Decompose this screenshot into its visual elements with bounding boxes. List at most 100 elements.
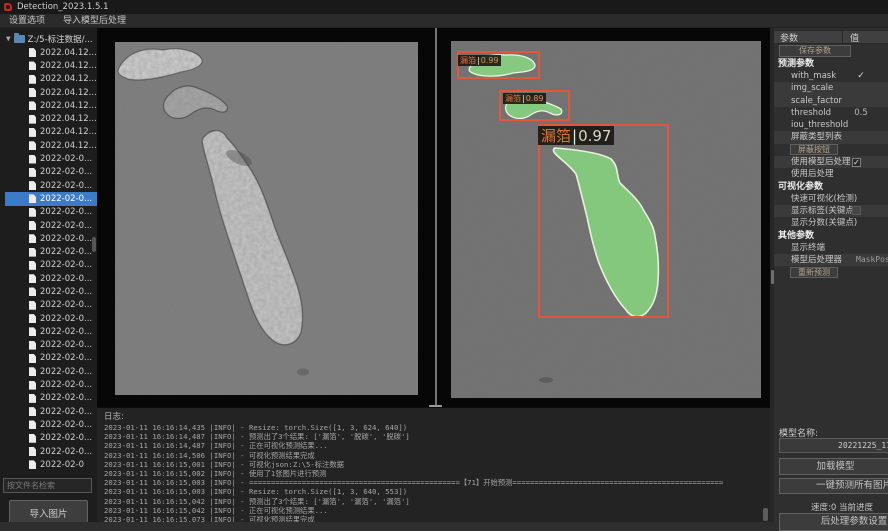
tree-item-label: 2022-02-0... [40,194,92,204]
file-tree: ▼ Z:/5-标注数据/... 2022.04.12...2022.04.12.… [0,32,97,472]
tree-item[interactable]: 2022.04.12... [5,126,97,139]
menubar: 设置选项导入模型后处理 [0,14,888,28]
param-value[interactable]: MaskPostPro [856,254,888,266]
expand-arrow-icon[interactable]: ▼ [6,35,11,42]
tree-item[interactable]: 2022-02-0... [5,299,97,312]
save-params-button[interactable]: 保存参数 [779,45,851,57]
tree-item[interactable]: 2022-02-0... [5,272,97,285]
param-row: 重新预测 [774,266,888,278]
tree-item[interactable]: 2022.04.12... [5,73,97,86]
load-model-button[interactable]: 加载模型 [779,458,888,475]
detection-label: 漏箔|0.99 [458,55,501,66]
tree-item[interactable]: 2022-02-0... [5,232,97,245]
tree-item[interactable]: 2022-02-0... [5,166,97,179]
tree-item-label: 2022.04.12... [40,114,97,124]
sidebar: ▼ Z:/5-标注数据/... 2022.04.12...2022.04.12.… [0,28,97,522]
param-name: 屏蔽类型列表 [791,132,842,142]
tree-item[interactable]: 2022-02-0... [5,418,97,431]
log-lines[interactable]: 2023-01-11 16:16:14,435 |INFO| - Resize:… [104,423,760,522]
prediction-image-viewer[interactable]: 漏箔|0.99 漏箔|0.89 漏箔|0.97 [451,41,761,398]
tree-item[interactable]: 2022-02-0... [5,432,97,445]
predict-all-button[interactable]: 一键预测所有图片 [779,478,888,494]
file-icon [29,155,36,164]
tree-item[interactable]: 2022-02-0... [5,365,97,378]
detection-score: 0.99 [481,56,499,65]
file-icon [29,287,36,296]
menu-item-1[interactable]: 导入模型后处理 [54,14,135,27]
search-input[interactable] [3,478,92,493]
file-icon [29,394,36,403]
param-row: 使用后处理 [774,168,888,180]
tree-item-label: 2022-02-0... [40,167,92,177]
folder-icon [14,35,25,43]
tree-item[interactable]: 2022.04.12... [5,139,97,152]
tree-item[interactable]: 2022-02-0... [5,179,97,192]
file-icon [29,274,36,283]
param-checkbox[interactable]: ✓ [852,158,861,167]
tree-item[interactable]: 2022.04.12... [5,59,97,72]
tree-item[interactable]: 2022-02-0 [5,458,97,471]
progress-text: 速度:0 当前进度 [811,501,873,513]
tree-item[interactable]: 2022.04.12... [5,46,97,59]
log-line: 2023-01-11 16:16:15,003 |INFO| - =======… [104,478,760,487]
tree-item[interactable]: 2022-02-0... [5,192,97,205]
menu-item-0[interactable]: 设置选项 [0,14,54,27]
tree-item[interactable]: 2022.04.12... [5,99,97,112]
detection-score: 0.89 [526,94,544,103]
log-line: 2023-01-11 16:16:15,003 |INFO| - Resize:… [104,487,760,496]
file-icon [29,141,36,150]
original-image [115,42,418,395]
import-images-button[interactable]: 导入图片 [9,500,88,522]
tree-item[interactable]: 2022-02-0... [5,206,97,219]
file-icon [29,234,36,243]
tree-item[interactable]: 2022.04.12... [5,112,97,125]
tree-item-label: 2022.04.12... [40,48,97,58]
tree-item[interactable]: 2022-02-0... [5,152,97,165]
tree-item[interactable]: 2022-02-0... [5,445,97,458]
detection-class: 漏箔 [505,93,521,104]
log-line: 2023-01-11 16:16:14,487 |INFO| - 正在可视化预测… [104,441,760,450]
tree-item-label: 2022-02-0... [40,447,92,457]
tree-item-label: 2022-02-0... [40,420,92,430]
tree-root-label: Z:/5-标注数据/... [28,33,93,45]
tree-item[interactable]: 2022-02-0... [5,378,97,391]
tree-item[interactable]: 2022-02-0... [5,325,97,338]
tree-item[interactable]: 2022.04.12... [5,86,97,99]
param-name: 显示终端 [791,243,825,253]
param-value[interactable]: 0.5 [848,107,874,119]
param-name: threshold [791,108,831,118]
detection-class: 漏箔 [460,55,476,66]
tree-item[interactable]: 2022-02-0... [5,352,97,365]
param-checkmark: ✓ [848,70,874,82]
param-action-button[interactable]: 屏蔽按钮 [790,144,838,155]
postprocess-settings-button[interactable]: 后处理参数设置 [779,513,888,531]
log-title: 日志: [104,410,124,422]
log-scrollbar-thumb[interactable] [763,508,768,521]
label-separator: | [522,94,525,103]
file-icon [29,327,36,336]
app-logo-icon [4,3,12,11]
param-section-title: 可视化参数 [774,181,888,193]
file-icon [29,261,36,270]
tree-item-label: 2022.04.12... [40,141,97,151]
tree-item[interactable]: 2022-02-0... [5,245,97,258]
original-image-viewer[interactable] [115,42,418,395]
tree-item[interactable]: 2022-02-0... [5,339,97,352]
param-action-button[interactable]: 重新预测 [790,267,838,278]
param-row: 模型后处理器 MaskPostPro [774,254,888,266]
tree-item[interactable]: 2022-02-0... [5,405,97,418]
param-checkbox[interactable] [852,206,861,215]
tree-item[interactable]: 2022-02-0... [5,259,97,272]
param-name: 模型后处理器 [791,255,842,265]
tree-scrollbar-thumb[interactable] [92,237,96,252]
tree-item[interactable]: 2022-02-0... [5,285,97,298]
viewer-splitter[interactable] [435,28,437,407]
tree-item[interactable]: 2022-02-0... [5,219,97,232]
model-name-field[interactable]: 20221225_174813 [779,438,888,453]
param-row: threshold 0.5 [774,107,888,119]
tree-item[interactable]: 2022-02-0... [5,392,97,405]
tree-item[interactable]: 2022-02-0... [5,312,97,325]
param-row: img_scale [774,82,888,94]
tree-root-folder[interactable]: ▼ Z:/5-标注数据/... [0,32,97,46]
file-icon [29,434,36,443]
